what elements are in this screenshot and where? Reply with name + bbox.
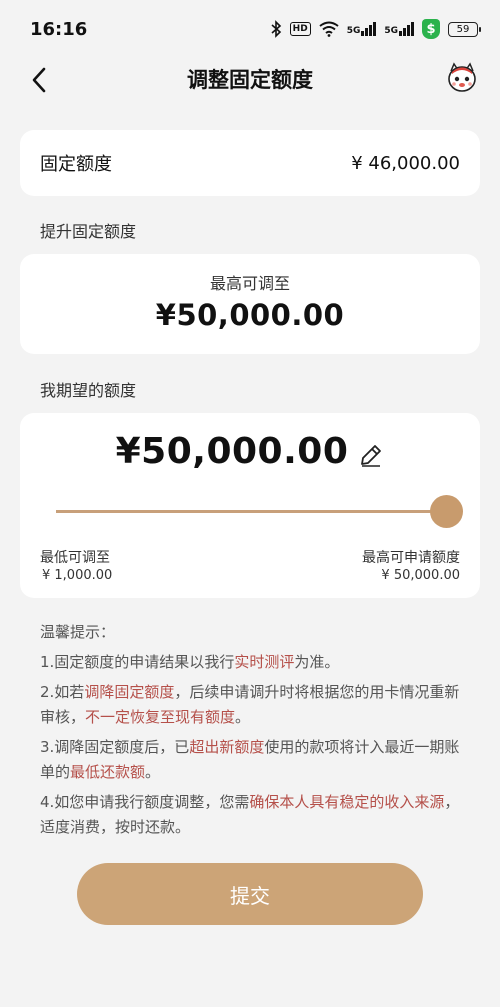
slider-fill [56,510,446,513]
max-limit-caption: 最高可调至 [209,274,290,293]
tips-title: 温馨提示： [40,623,116,641]
tip-highlight: 实时测评 [234,653,295,671]
bluetooth-icon [270,20,282,38]
range-max-value: ¥ 50,000.00 [381,568,460,583]
tip-item: 2.如若调降固定额度，后续申请调升时将根据您的用卡情况重新审核，不一定恢复至现有… [40,680,470,730]
tip-text: 4.如您申请我行额度调整，您需 [40,793,250,811]
tip-highlight: 确保本人具有稳定的收入来源 [249,793,445,811]
submit-button[interactable]: 提交 [77,863,423,925]
signal-icon-2: 5G [384,22,414,36]
tip-highlight: 超出新额度 [189,738,265,756]
edit-pencil-icon[interactable] [358,442,384,468]
signal-icon: 5G [347,22,377,36]
range-max-label: 最高可申请额度 [362,550,460,566]
wifi-icon [319,21,339,37]
tip-text: 2.如若 [40,683,85,701]
mascot-icon[interactable] [446,62,478,94]
raise-section-label: 提升固定额度 [40,222,137,241]
money-badge-icon: $ [422,19,440,39]
nav-bar: 调整固定额度 [0,58,500,102]
tip-text: 。 [145,763,161,781]
tip-item: 1.固定额度的申请结果以我行实时测评为准。 [40,650,470,675]
status-time: 16:16 [30,18,88,40]
tip-text: 。 [235,708,251,726]
fixed-limit-card: 固定额度 ¥ 46,000.00 [20,130,480,196]
tip-item: 4.如您申请我行额度调整，您需确保本人具有稳定的收入来源，适度消费，按时还款。 [40,790,470,840]
tips-section: 温馨提示： 1.固定额度的申请结果以我行实时测评为准。 2.如若调降固定额度，后续… [40,620,470,845]
range-min-label: 最低可调至 [40,550,110,566]
tip-text: 3.调降固定额度后，已 [40,738,190,756]
tip-text: 为准。 [294,653,340,671]
limit-slider[interactable] [56,495,463,528]
max-limit-card: 最高可调至 ¥50,000.00 [20,254,480,354]
status-icons: HD 5G 5G $ 59 [270,19,481,39]
fixed-limit-value: ¥ 46,000.00 [351,152,460,174]
battery-icon: 59 [448,21,481,37]
tip-highlight: 不一定恢复至现有额度 [85,708,236,726]
slider-thumb[interactable] [430,495,463,528]
fixed-limit-label: 固定额度 [40,154,112,175]
tip-highlight: 调降固定额度 [84,683,175,701]
sim1-label: 5G [346,26,361,36]
status-bar: 16:16 HD 5G 5G $ 59 [0,0,500,58]
tips-list: 1.固定额度的申请结果以我行实时测评为准。 2.如若调降固定额度，后续申请调升时将… [40,650,470,840]
tip-item: 3.调降固定额度后，已超出新额度使用的款项将计入最近一期账单的最低还款额。 [40,735,470,785]
range-min-value: ¥ 1,000.00 [42,568,113,583]
page-title: 调整固定额度 [187,68,313,92]
expect-section-label: 我期望的额度 [40,381,137,400]
tip-highlight: 最低还款额 [70,763,146,781]
hd-badge: HD [289,22,311,36]
sim2-label: 5G [384,26,398,36]
max-limit-value: ¥50,000.00 [155,298,345,332]
tip-text: 1.固定额度的申请结果以我行 [40,653,235,671]
expected-value-row: ¥50,000.00 [20,431,480,472]
expected-limit-value[interactable]: ¥50,000.00 [116,431,349,472]
expected-limit-card: ¥50,000.00 最低可调至 ¥ 1,000.00 最高可申请额度 ¥ 50… [20,413,480,598]
